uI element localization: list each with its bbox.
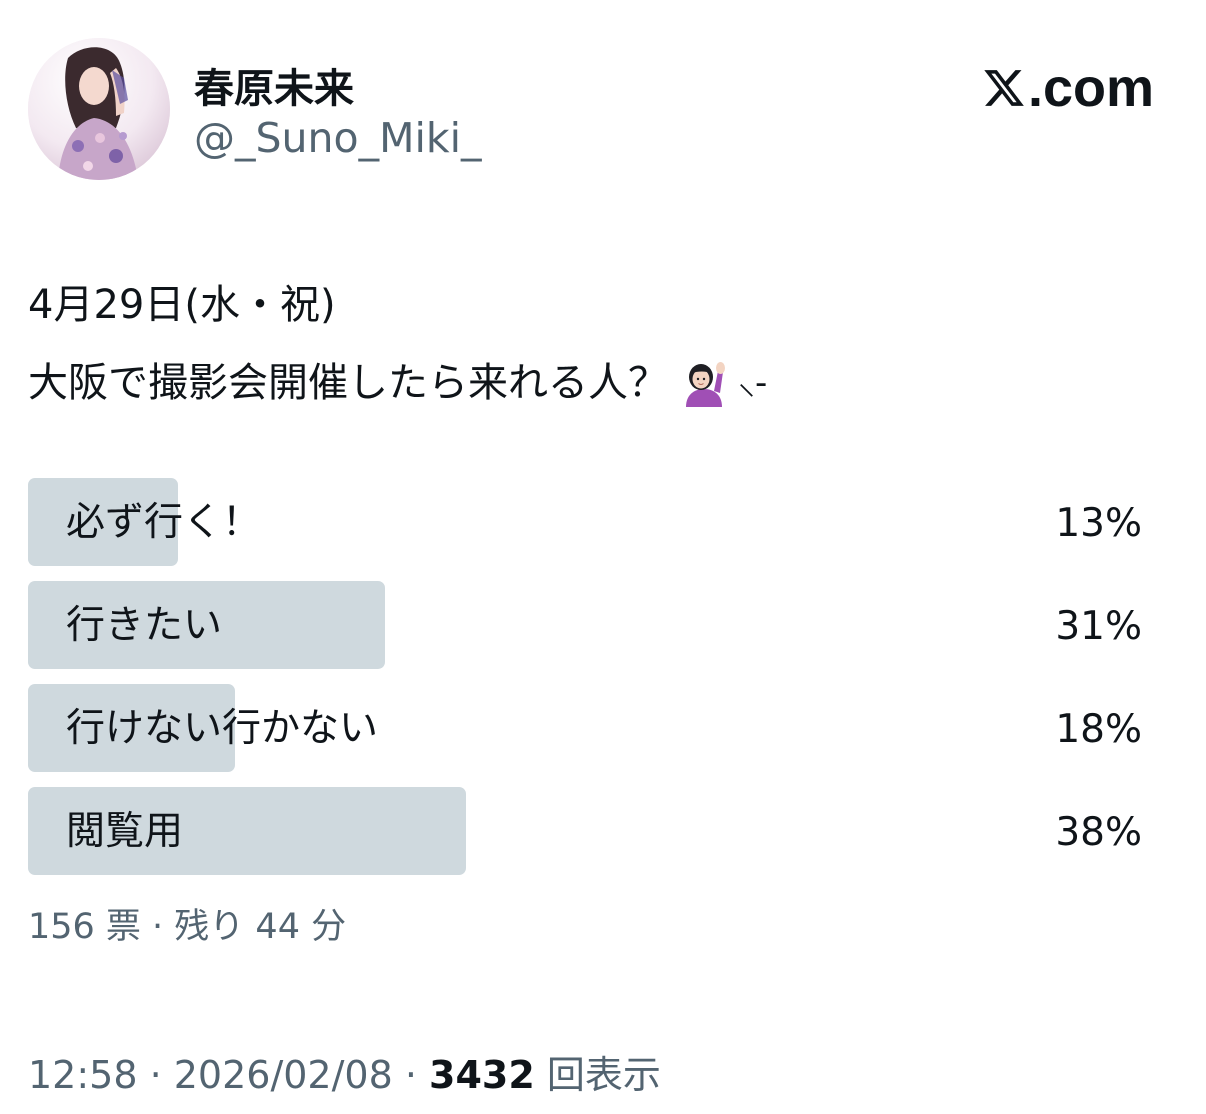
brand-domain: .com	[1027, 58, 1154, 118]
person-raising-hand-icon	[680, 359, 728, 407]
tweet-line-2-text: 大阪で撮影会開催したら来れる人？	[28, 360, 668, 406]
views-label: 回表示	[534, 1053, 661, 1097]
poll-option-label: 行けない行かない	[66, 706, 379, 751]
poll-option-label: 閲覧用	[66, 809, 184, 854]
x-logo-icon	[984, 70, 1024, 106]
tweet-line-2: 大阪で撮影会開催したら来れる人？ ⸜-	[28, 344, 767, 422]
poll-meta: 156 票 · 残り 44 分	[28, 907, 347, 947]
poll-option-percent: 31%	[1055, 604, 1142, 649]
poll-option-percent: 18%	[1055, 707, 1142, 752]
poll-option[interactable]: 閲覧用 38%	[28, 787, 1142, 875]
tweet-line-1: 4月29日(水・祝)	[28, 282, 336, 328]
poll-option[interactable]: 行けない行かない 18%	[28, 684, 1142, 772]
tweet-body: 4月29日(水・祝) 大阪で撮影会開催したら来れる人？ ⸜-	[28, 266, 767, 422]
poll-option[interactable]: 行きたい 31%	[28, 581, 1142, 669]
views-count: 3432	[429, 1053, 535, 1097]
poll-option[interactable]: 必ず行く！ 13%	[28, 478, 1142, 566]
poll-option-label: 行きたい	[66, 603, 223, 648]
author-display-name[interactable]: 春原未来	[194, 56, 354, 114]
brand-watermark: .com	[982, 58, 1154, 118]
poll-option-label: 必ず行く！	[66, 500, 262, 545]
avatar-image	[28, 38, 170, 180]
poll-option-percent: 38%	[1055, 810, 1142, 855]
doodle-text: ⸜-	[738, 363, 768, 403]
tweet-footer: 12:58 · 2026/02/08 · 3432 回表示	[28, 1044, 661, 1099]
avatar[interactable]	[28, 38, 170, 180]
poll-option-percent: 13%	[1055, 501, 1142, 546]
tweet-timestamp[interactable]: 12:58 · 2026/02/08 ·	[28, 1053, 429, 1097]
poll: 必ず行く！ 13% 行きたい 31% 行けない行かない 18% 閲覧用 38%	[28, 478, 1142, 890]
author-handle[interactable]: @_Suno_Miki_	[194, 114, 481, 162]
